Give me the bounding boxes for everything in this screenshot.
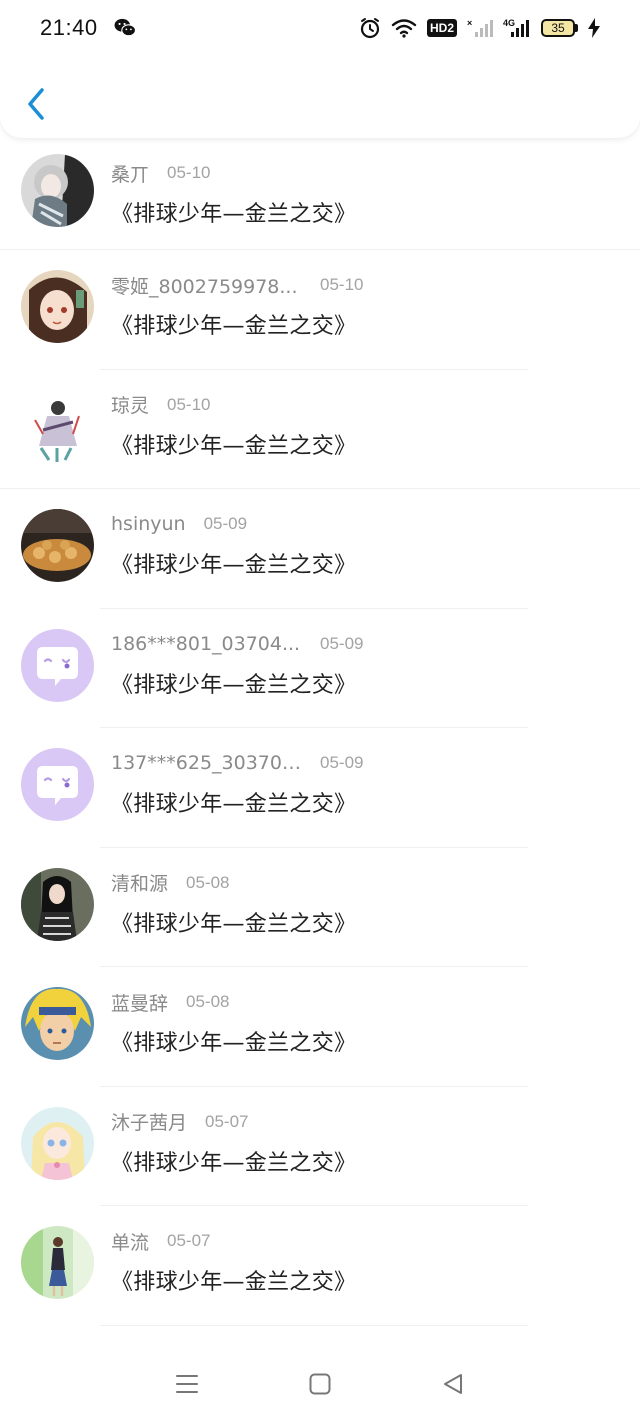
date: 05-07 <box>167 1231 211 1250</box>
item-meta: 沐子茜月 05-07 <box>111 1109 356 1135</box>
item-meta: 桑丌 05-10 <box>111 160 356 186</box>
avatar-anime-girl-icon <box>21 270 94 343</box>
username: 186***801_03704... <box>111 632 301 655</box>
date: 05-10 <box>167 394 211 414</box>
avatar[interactable] <box>21 509 94 582</box>
username: 清和源 <box>111 873 169 895</box>
signal-empty-icon: × <box>467 18 493 37</box>
username: 单流 <box>111 1231 150 1254</box>
avatar-food-icon <box>21 509 94 582</box>
avatar-photo-girl-icon <box>21 867 94 941</box>
alarm-icon <box>360 18 380 39</box>
avatar[interactable] <box>21 628 94 702</box>
list-item[interactable]: 清和源 05-08 《排球少年—金兰之交》 <box>0 848 640 967</box>
username: 沐子茜月 <box>111 1112 188 1134</box>
avatar-pastel-girl-icon <box>21 1106 94 1180</box>
username: 琼灵 <box>111 395 150 417</box>
item-meta: 186***801_03704... 05-09 <box>111 631 363 657</box>
status-time: 21:40 <box>40 15 98 40</box>
message-text: 《排球少年—金兰之交》 <box>111 202 357 227</box>
item-meta: 单流 05-07 <box>111 1228 356 1254</box>
menu-button[interactable] <box>167 1364 207 1404</box>
date: 05-08 <box>186 992 230 1011</box>
avatar[interactable] <box>21 389 94 463</box>
back-button[interactable] <box>18 84 54 124</box>
item-meta: 琼灵 05-10 <box>111 392 356 418</box>
message-text: 《排球少年—金兰之交》 <box>111 553 357 578</box>
list-item[interactable]: 零姬_8002759978... 05-10 《排球少年—金兰之交》 <box>0 250 640 370</box>
wechat-icon <box>114 18 136 37</box>
avatar[interactable] <box>21 1106 94 1180</box>
username: 137***625_303702... <box>111 752 301 774</box>
signal-4g-icon: 4G <box>503 18 529 37</box>
message-text: 《排球少年—金兰之交》 <box>111 1270 357 1295</box>
avatar[interactable] <box>21 867 94 941</box>
avatar[interactable] <box>21 1226 94 1299</box>
system-back-button[interactable] <box>433 1364 473 1404</box>
item-meta: 清和源 05-08 <box>111 870 356 896</box>
home-square-icon <box>309 1373 331 1395</box>
message-text: 《排球少年—金兰之交》 <box>111 1150 357 1176</box>
message-text: 《排球少年—金兰之交》 <box>111 314 357 339</box>
chevron-left-icon <box>28 88 44 120</box>
status-icons: HD2 × 4G 35 <box>359 17 600 39</box>
avatar[interactable] <box>21 270 94 343</box>
date: 05-09 <box>320 633 364 653</box>
message-text: 《排球少年—金兰之交》 <box>111 911 357 937</box>
avatar-figure-icon <box>21 389 94 463</box>
wifi-icon <box>391 19 417 38</box>
item-meta: 137***625_303702... 05-09 <box>111 750 363 776</box>
date: 05-09 <box>203 514 248 533</box>
avatar[interactable] <box>21 748 94 821</box>
username: 桑丌 <box>111 163 150 186</box>
list-item[interactable]: 桑丌 05-10 《排球少年—金兰之交》 <box>0 138 640 250</box>
username: 蓝曼辞 <box>111 992 169 1015</box>
username: hsinyun <box>111 513 186 535</box>
list-item[interactable]: 琼灵 05-10 《排球少年—金兰之交》 <box>0 370 640 489</box>
date: 05-08 <box>186 872 230 892</box>
item-meta: 蓝曼辞 05-08 <box>111 989 356 1015</box>
list-item[interactable]: 沐子茜月 05-07 《排球少年—金兰之交》 <box>0 1087 640 1206</box>
divider <box>100 1324 528 1326</box>
message-text: 《排球少年—金兰之交》 <box>111 1031 357 1056</box>
message-text: 《排球少年—金兰之交》 <box>111 672 357 698</box>
list-item[interactable]: 137***625_303702... 05-09 《排球少年—金兰之交》 <box>0 728 640 848</box>
message-list: 桑丌 05-10 《排球少年—金兰之交》 零姬_8002759978... 05… <box>0 138 640 1326</box>
avatar[interactable] <box>21 154 94 227</box>
svg-text:×: × <box>467 18 472 28</box>
date: 05-10 <box>167 163 211 182</box>
item-meta: hsinyun 05-09 <box>111 511 356 537</box>
back-triangle-icon <box>444 1374 463 1394</box>
list-item[interactable]: 蓝曼辞 05-08 《排球少年—金兰之交》 <box>0 967 640 1087</box>
avatar-fashion-icon <box>21 1226 94 1299</box>
system-nav-bar <box>0 1346 640 1422</box>
status-bar: 21:40 HD2 × 4G 35 <box>0 0 640 56</box>
list-item[interactable]: hsinyun 05-09 《排球少年—金兰之交》 <box>0 489 640 609</box>
date: 05-09 <box>320 753 364 772</box>
charging-icon <box>588 18 600 38</box>
home-button[interactable] <box>300 1364 340 1404</box>
username: 零姬_8002759978... <box>111 275 298 298</box>
default-chat-avatar-icon <box>21 628 94 702</box>
screen: 21:40 HD2 × 4G 35 桑丌 05-10 《排球少年—金兰之交》 零… <box>0 0 640 1422</box>
date: 05-07 <box>205 1111 249 1131</box>
hd-badge: HD2 <box>426 19 457 37</box>
avatar-anime-blond-icon <box>21 987 94 1060</box>
battery-level: 35 <box>541 19 575 37</box>
message-text: 《排球少年—金兰之交》 <box>111 792 357 817</box>
message-text: 《排球少年—金兰之交》 <box>111 433 357 459</box>
avatar-grey-hair-icon <box>21 154 94 227</box>
battery-indicator: 35 <box>541 19 578 37</box>
date: 05-10 <box>320 275 364 294</box>
menu-icon <box>175 1375 198 1393</box>
default-chat-avatar-icon <box>21 748 94 821</box>
avatar[interactable] <box>21 987 94 1060</box>
list-item[interactable]: 单流 05-07 《排球少年—金兰之交》 <box>0 1206 640 1326</box>
network-label: 4G <box>503 18 515 28</box>
list-item[interactable]: 186***801_03704... 05-09 《排球少年—金兰之交》 <box>0 609 640 728</box>
item-meta: 零姬_8002759978... 05-10 <box>111 272 363 298</box>
